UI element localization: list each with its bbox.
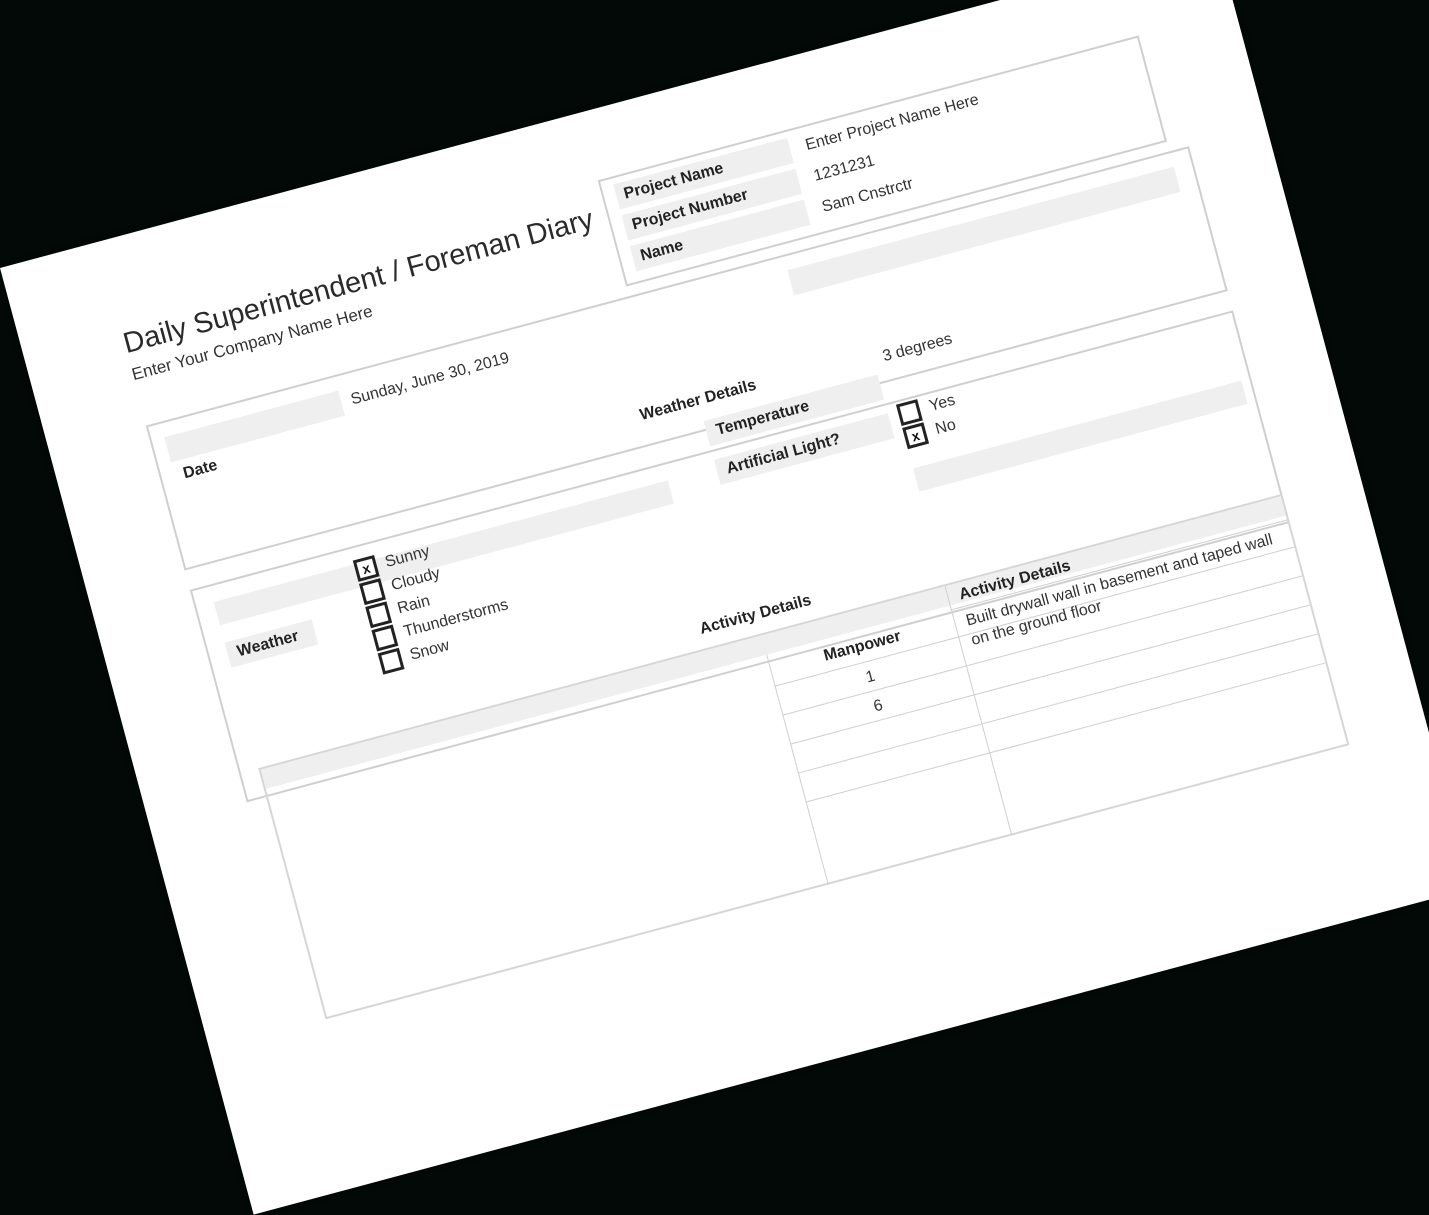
diary-page: Daily Superintendent / Foreman Diary Ent…: [0, 0, 1429, 1215]
